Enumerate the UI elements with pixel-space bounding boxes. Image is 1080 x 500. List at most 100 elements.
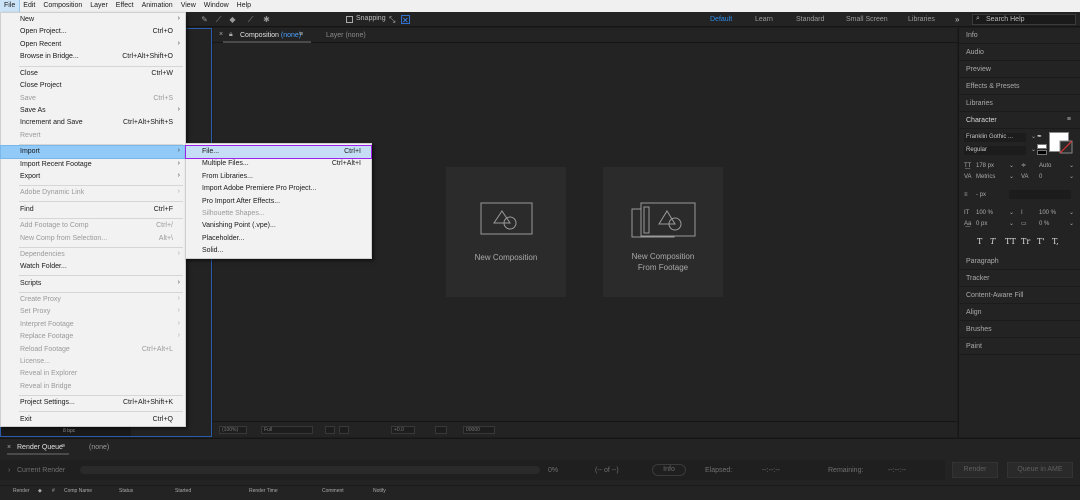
submenu-item-from-libraries[interactable]: From Libraries... [186,171,371,183]
panel-paint[interactable]: Paint [959,339,1080,355]
workspace-libraries[interactable]: Libraries [908,16,935,23]
render-info-button[interactable]: Info [652,464,686,476]
menu-file[interactable]: File [0,0,21,13]
stroke-color-swatch[interactable] [1059,140,1073,154]
faux-italic-button[interactable]: T [990,237,995,246]
menu-help[interactable]: Help [233,0,255,12]
menu-item-project-settings[interactable]: Project Settings... Ctrl+Alt+Shift+K [1,397,185,409]
panel-info[interactable]: Info [959,28,1080,44]
menu-item-exit[interactable]: Exit Ctrl+Q [1,414,185,426]
column-comp-name[interactable]: Comp Name [64,488,92,494]
menu-item-license[interactable]: License... [1,356,185,368]
type-tool-icon[interactable]: ⟋ [214,15,223,24]
submenu-item-multiple-files[interactable]: Multiple Files... Ctrl+Alt+I [186,158,371,170]
stroke-style-dropdown[interactable] [1009,190,1071,199]
panel-preview[interactable]: Preview [959,62,1080,78]
tab-composition[interactable]: Composition (none) [240,32,301,39]
roto-tool-icon[interactable]: ⟋ [246,15,255,24]
workspace-learn[interactable]: Learn [755,16,773,23]
transparency-grid-icon[interactable] [339,426,349,434]
panel-paragraph[interactable]: Paragraph [959,254,1080,270]
tracking-field[interactable]: 0 [1039,173,1042,181]
menu-item-import-recent-footage[interactable]: Import Recent Footage › [1,159,185,171]
faux-bold-button[interactable]: T [977,237,982,246]
lock-icon[interactable]: 🔒︎ [229,31,237,39]
column-render[interactable]: Render [13,488,29,494]
menu-item-new[interactable]: New › [1,14,185,26]
menu-composition[interactable]: Composition [39,0,86,12]
submenu-item-vanishing-point[interactable]: Vanishing Point (.vpe)... [186,220,371,232]
menu-item-import[interactable]: Import › [0,145,186,159]
expand-arrow-icon[interactable]: › [8,467,10,474]
menu-animation[interactable]: Animation [138,0,177,12]
workspace-standard[interactable]: Standard [796,16,824,23]
panel-align[interactable]: Align [959,305,1080,321]
column-comment[interactable]: Comment [322,488,344,494]
menu-item-open-recent[interactable]: Open Recent › [1,39,185,51]
brush-tool-icon[interactable]: ◆ [228,15,237,24]
menu-item-interpret-footage[interactable]: Interpret Footage › [1,319,185,331]
workspace-more-button[interactable]: » [955,15,959,24]
bit-depth-button[interactable]: 8 bpc [63,428,75,434]
menu-item-reveal-in-explorer[interactable]: Reveal in Explorer [1,368,185,380]
menu-item-export[interactable]: Export › [1,171,185,183]
snapping-checkbox[interactable] [346,16,353,23]
font-style-dropdown[interactable]: Regular [964,146,1026,155]
close-icon[interactable]: × [7,444,11,451]
new-composition-card[interactable]: New Composition [446,167,566,297]
menu-item-create-proxy[interactable]: Create Proxy › [1,294,185,306]
menu-edit[interactable]: Edit [19,0,39,12]
panel-menu-icon[interactable]: ≡ [299,31,303,38]
all-caps-button[interactable]: TT [1005,237,1016,246]
menu-item-close[interactable]: Close Ctrl+W [1,68,185,80]
magnification-dropdown[interactable]: (100%) [219,426,247,434]
column-status[interactable]: Status [119,488,133,494]
exposure-field[interactable]: +0.0 [391,426,415,434]
panel-audio[interactable]: Audio [959,45,1080,61]
resolution-dropdown[interactable]: Full [261,426,313,434]
panel-tracker[interactable]: Tracker [959,271,1080,287]
region-of-interest-icon[interactable] [325,426,335,434]
tab-layer[interactable]: Layer (none) [326,32,366,39]
panel-menu-icon[interactable]: ≡ [61,443,65,450]
small-caps-button[interactable]: Tr [1021,237,1030,246]
menu-window[interactable]: Window [200,0,233,12]
snap-edges-icon[interactable]: ⤡ [389,15,398,24]
menu-item-open-project[interactable]: Open Project... Ctrl+O [1,26,185,38]
search-help-input[interactable]: ⌕ Search Help [972,14,1076,25]
snap-features-icon[interactable]: ✕ [401,15,410,25]
menu-item-reload-footage[interactable]: Reload Footage Ctrl+Alt+L [1,344,185,356]
baseline-shift-field[interactable]: 0 px [976,220,987,228]
menu-item-find[interactable]: Find Ctrl+F [1,204,185,216]
leading-field[interactable]: Auto [1039,162,1051,170]
fill-swatch-white[interactable] [1037,144,1047,149]
vertical-scale-field[interactable]: 100 % [976,209,993,217]
panel-brushes[interactable]: Brushes [959,322,1080,338]
workspace-small-screen[interactable]: Small Screen [846,16,888,23]
menu-item-save[interactable]: Save Ctrl+S [1,93,185,105]
subscript-button[interactable]: T, [1052,237,1059,246]
new-composition-from-footage-card[interactable]: New Composition From Footage [603,167,723,297]
superscript-button[interactable]: T' [1037,237,1045,246]
menu-item-save-as[interactable]: Save As › [1,105,185,117]
panel-content-aware-fill[interactable]: Content-Aware Fill [959,288,1080,304]
snapshot-icon[interactable] [435,426,447,434]
column-started[interactable]: Started [175,488,191,494]
menu-item-revert[interactable]: Revert [1,130,185,142]
submenu-item-silhouette-shapes[interactable]: Silhouette Shapes... [186,208,371,220]
stroke-width-field[interactable]: - px [976,191,986,199]
column-render-time[interactable]: Render Time [249,488,278,494]
menu-item-watch-folder[interactable]: Watch Folder... [1,261,185,273]
column-notify[interactable]: Notify [373,488,386,494]
menu-item-scripts[interactable]: Scripts › [1,278,185,290]
font-family-dropdown[interactable]: Franklin Gothic ... [964,133,1026,142]
menu-item-browse-in-bridge[interactable]: Browse in Bridge... Ctrl+Alt+Shift+O [1,51,185,63]
character-menu-icon[interactable]: ≡ [1067,116,1071,123]
menu-item-new-comp-from-selection[interactable]: New Comp from Selection... Alt+\ [1,233,185,245]
tab-render-queue[interactable]: Render Queue [17,444,63,451]
pen-tool-icon[interactable]: ✎ [200,15,209,24]
tsume-field[interactable]: 0 % [1039,220,1049,228]
menu-item-set-proxy[interactable]: Set Proxy › [1,306,185,318]
submenu-item-file[interactable]: File... Ctrl+I [185,145,372,159]
panel-effects-presets[interactable]: Effects & Presets [959,79,1080,95]
